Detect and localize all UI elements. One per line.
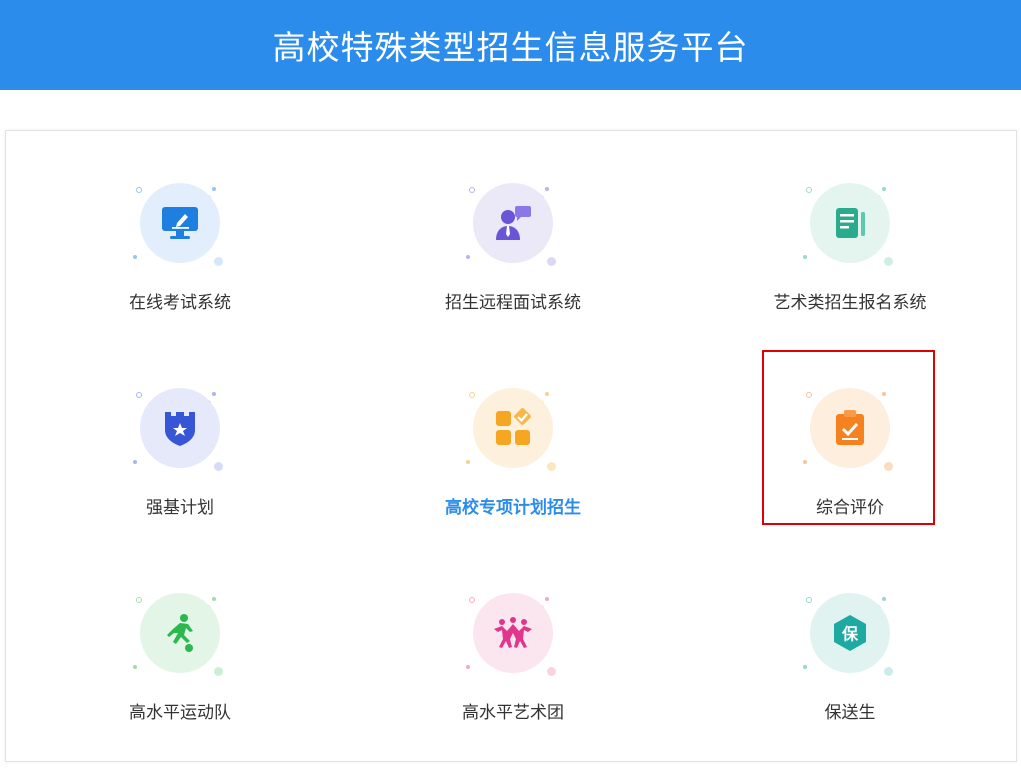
service-label: 艺术类招生报名系统 [773, 293, 927, 313]
page-title: 高校特殊类型招生信息服务平台 [272, 28, 749, 67]
service-online-exam[interactable]: 在线考试系统 [60, 161, 300, 351]
service-strong-foundation[interactable]: 强基计划 [60, 366, 300, 556]
service-label: 保送生 [824, 703, 876, 723]
service-panel: 在线考试系统 招生远程面试系统 艺术类招生报名系统 强基计划 高校专项计划招生 … [5, 130, 1017, 762]
service-label: 强基计划 [146, 498, 214, 518]
service-sports-team[interactable]: 高水平运动队 [60, 571, 300, 761]
service-recommended-students[interactable]: 保 保送生 [730, 571, 970, 761]
apps-grid-icon [496, 408, 531, 445]
page-header: 高校特殊类型招生信息服务平台 [0, 0, 1021, 90]
service-art-troupe[interactable]: 高水平艺术团 [393, 571, 633, 761]
service-comprehensive-evaluation[interactable]: 综合评价 [730, 366, 970, 556]
service-label: 招生远程面试系统 [445, 293, 581, 313]
service-art-registration[interactable]: 艺术类招生报名系统 [730, 161, 970, 351]
service-icon-bg [140, 183, 220, 263]
hexagon-bao-icon: 保 [834, 615, 866, 651]
monitor-pen-icon [162, 207, 198, 239]
service-label: 综合评价 [816, 498, 884, 518]
document-list-icon [836, 208, 865, 238]
dancers-icon [494, 617, 532, 648]
service-remote-interview[interactable]: 招生远程面试系统 [393, 161, 633, 351]
soccer-player-icon [167, 614, 193, 652]
service-label-active: 高校专项计划招生 [445, 498, 581, 518]
hexagon-glyph: 保 [841, 625, 859, 644]
interviewer-icon [496, 206, 531, 240]
service-label: 高水平艺术团 [462, 703, 564, 723]
service-special-plan[interactable]: 高校专项计划招生 [393, 366, 633, 556]
clipboard-check-icon [836, 410, 864, 445]
service-label: 高水平运动队 [129, 703, 231, 723]
castle-shield-icon [165, 412, 195, 446]
service-label: 在线考试系统 [129, 293, 231, 313]
